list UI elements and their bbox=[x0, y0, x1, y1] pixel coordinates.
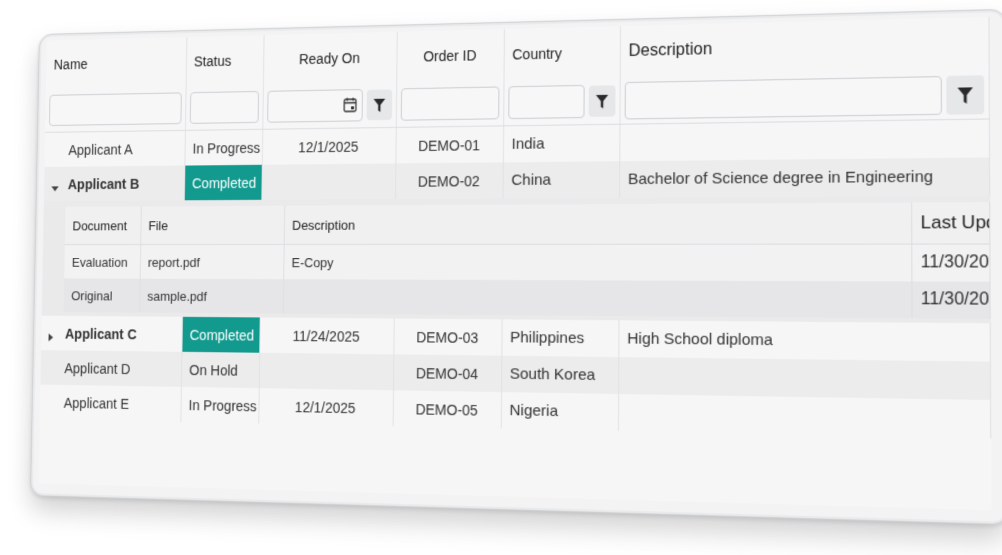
detail-header-row: Document File Description Last Upd bbox=[64, 202, 990, 245]
filter-input-country[interactable] bbox=[507, 84, 585, 120]
filter-cell-description bbox=[619, 70, 990, 125]
filter-input-status[interactable] bbox=[189, 90, 259, 124]
cell-name-text: Applicant B bbox=[67, 175, 140, 192]
cell-description[interactable] bbox=[617, 393, 991, 439]
cell-order-id[interactable]: DEMO-02 bbox=[395, 162, 503, 200]
detail-cell-file[interactable]: sample.pdf bbox=[139, 278, 284, 314]
header-ready-on[interactable]: Ready On bbox=[262, 31, 397, 85]
detail-table-row[interactable]: Original sample.pdf 11/30/20 bbox=[63, 278, 990, 319]
funnel-icon[interactable] bbox=[946, 75, 985, 115]
detail-cell: Document File Description Last Upd Evalu… bbox=[41, 195, 991, 324]
header-country[interactable]: Country bbox=[503, 26, 620, 81]
detail-table-row[interactable]: Evaluation report.pdf E-Copy 11/30/20 bbox=[64, 244, 990, 282]
cell-status[interactable]: On Hold bbox=[180, 351, 260, 389]
header-order-id[interactable]: Order ID bbox=[396, 29, 504, 83]
cell-status[interactable]: In Progress bbox=[180, 386, 259, 424]
detail-row: Document File Description Last Upd Evalu… bbox=[41, 195, 991, 324]
cell-status[interactable]: Completed bbox=[181, 316, 260, 353]
detail-cell-last-updated[interactable]: 11/30/20 bbox=[911, 281, 990, 319]
cell-order-id[interactable]: DEMO-04 bbox=[392, 354, 502, 393]
detail-header-file[interactable]: File bbox=[140, 205, 285, 245]
cell-order-id[interactable]: DEMO-05 bbox=[392, 390, 502, 429]
cell-name[interactable]: Applicant E bbox=[39, 384, 181, 422]
cell-country[interactable]: India bbox=[502, 124, 620, 163]
main-table: Name Status Ready On Order ID Country De… bbox=[39, 16, 992, 439]
filter-cell-order-id bbox=[395, 80, 504, 128]
detail-cell-last-updated[interactable]: 11/30/20 bbox=[911, 244, 990, 282]
cell-country[interactable]: Nigeria bbox=[500, 392, 619, 431]
cell-country[interactable]: South Korea bbox=[501, 355, 619, 394]
detail-table: Document File Description Last Upd Evalu… bbox=[63, 202, 991, 319]
detail-cell-description[interactable] bbox=[282, 279, 912, 319]
cell-name[interactable]: Applicant B bbox=[43, 165, 185, 202]
detail-cell-document[interactable]: Original bbox=[63, 278, 140, 313]
detail-header-document[interactable]: Document bbox=[64, 206, 141, 245]
funnel-icon[interactable] bbox=[365, 89, 392, 121]
filter-cell-name bbox=[45, 86, 186, 133]
cell-name[interactable]: Applicant C bbox=[41, 315, 183, 352]
cell-ready-on[interactable]: 12/1/2025 bbox=[258, 388, 393, 427]
cell-ready-on[interactable] bbox=[258, 352, 394, 391]
filter-input-name[interactable] bbox=[48, 92, 182, 126]
filter-cell-status bbox=[184, 84, 263, 131]
triangle-down-icon[interactable] bbox=[51, 180, 59, 196]
cell-description[interactable] bbox=[618, 357, 991, 401]
cell-status[interactable]: In Progress bbox=[184, 129, 263, 166]
cell-order-id[interactable]: DEMO-01 bbox=[395, 125, 504, 164]
cell-ready-on[interactable]: 12/1/2025 bbox=[261, 127, 396, 165]
cell-ready-on[interactable]: 11/24/2025 bbox=[259, 317, 394, 355]
detail-cell-description[interactable]: E-Copy bbox=[283, 244, 912, 282]
calendar-icon[interactable] bbox=[343, 97, 357, 115]
detail-cell-file[interactable]: report.pdf bbox=[139, 244, 284, 280]
header-name[interactable]: Name bbox=[46, 37, 187, 90]
filter-input-description[interactable] bbox=[624, 76, 942, 120]
cell-order-id[interactable]: DEMO-03 bbox=[393, 318, 502, 356]
data-grid-window: Name Status Ready On Order ID Country De… bbox=[30, 8, 1002, 526]
detail-header-last-updated[interactable]: Last Upd bbox=[911, 202, 990, 245]
cell-country[interactable]: China bbox=[502, 161, 620, 199]
cell-description[interactable]: Bachelor of Science degree in Engineerin… bbox=[619, 157, 990, 198]
triangle-right-icon[interactable] bbox=[48, 329, 54, 345]
cell-ready-on[interactable] bbox=[261, 163, 396, 200]
filter-cell-country bbox=[503, 77, 620, 126]
filter-cell-ready-on bbox=[262, 82, 397, 130]
cell-country[interactable]: Philippines bbox=[501, 319, 619, 358]
scene: Name Status Ready On Order ID Country De… bbox=[0, 0, 1002, 555]
filter-input-order-id[interactable] bbox=[400, 86, 499, 121]
detail-header-description[interactable]: Description bbox=[283, 202, 912, 245]
data-grid: Name Status Ready On Order ID Country De… bbox=[38, 16, 992, 511]
cell-name[interactable]: Applicant A bbox=[44, 130, 185, 167]
cell-description[interactable] bbox=[619, 118, 990, 162]
cell-name-text: Applicant C bbox=[64, 325, 137, 342]
detail-cell-document[interactable]: Evaluation bbox=[64, 244, 141, 279]
funnel-icon[interactable] bbox=[588, 85, 616, 117]
header-description[interactable]: Description bbox=[619, 16, 990, 78]
cell-description[interactable]: High School diploma bbox=[618, 320, 991, 362]
header-status[interactable]: Status bbox=[185, 35, 264, 87]
cell-status[interactable]: Completed bbox=[183, 164, 262, 201]
cell-name[interactable]: Applicant D bbox=[40, 350, 182, 387]
